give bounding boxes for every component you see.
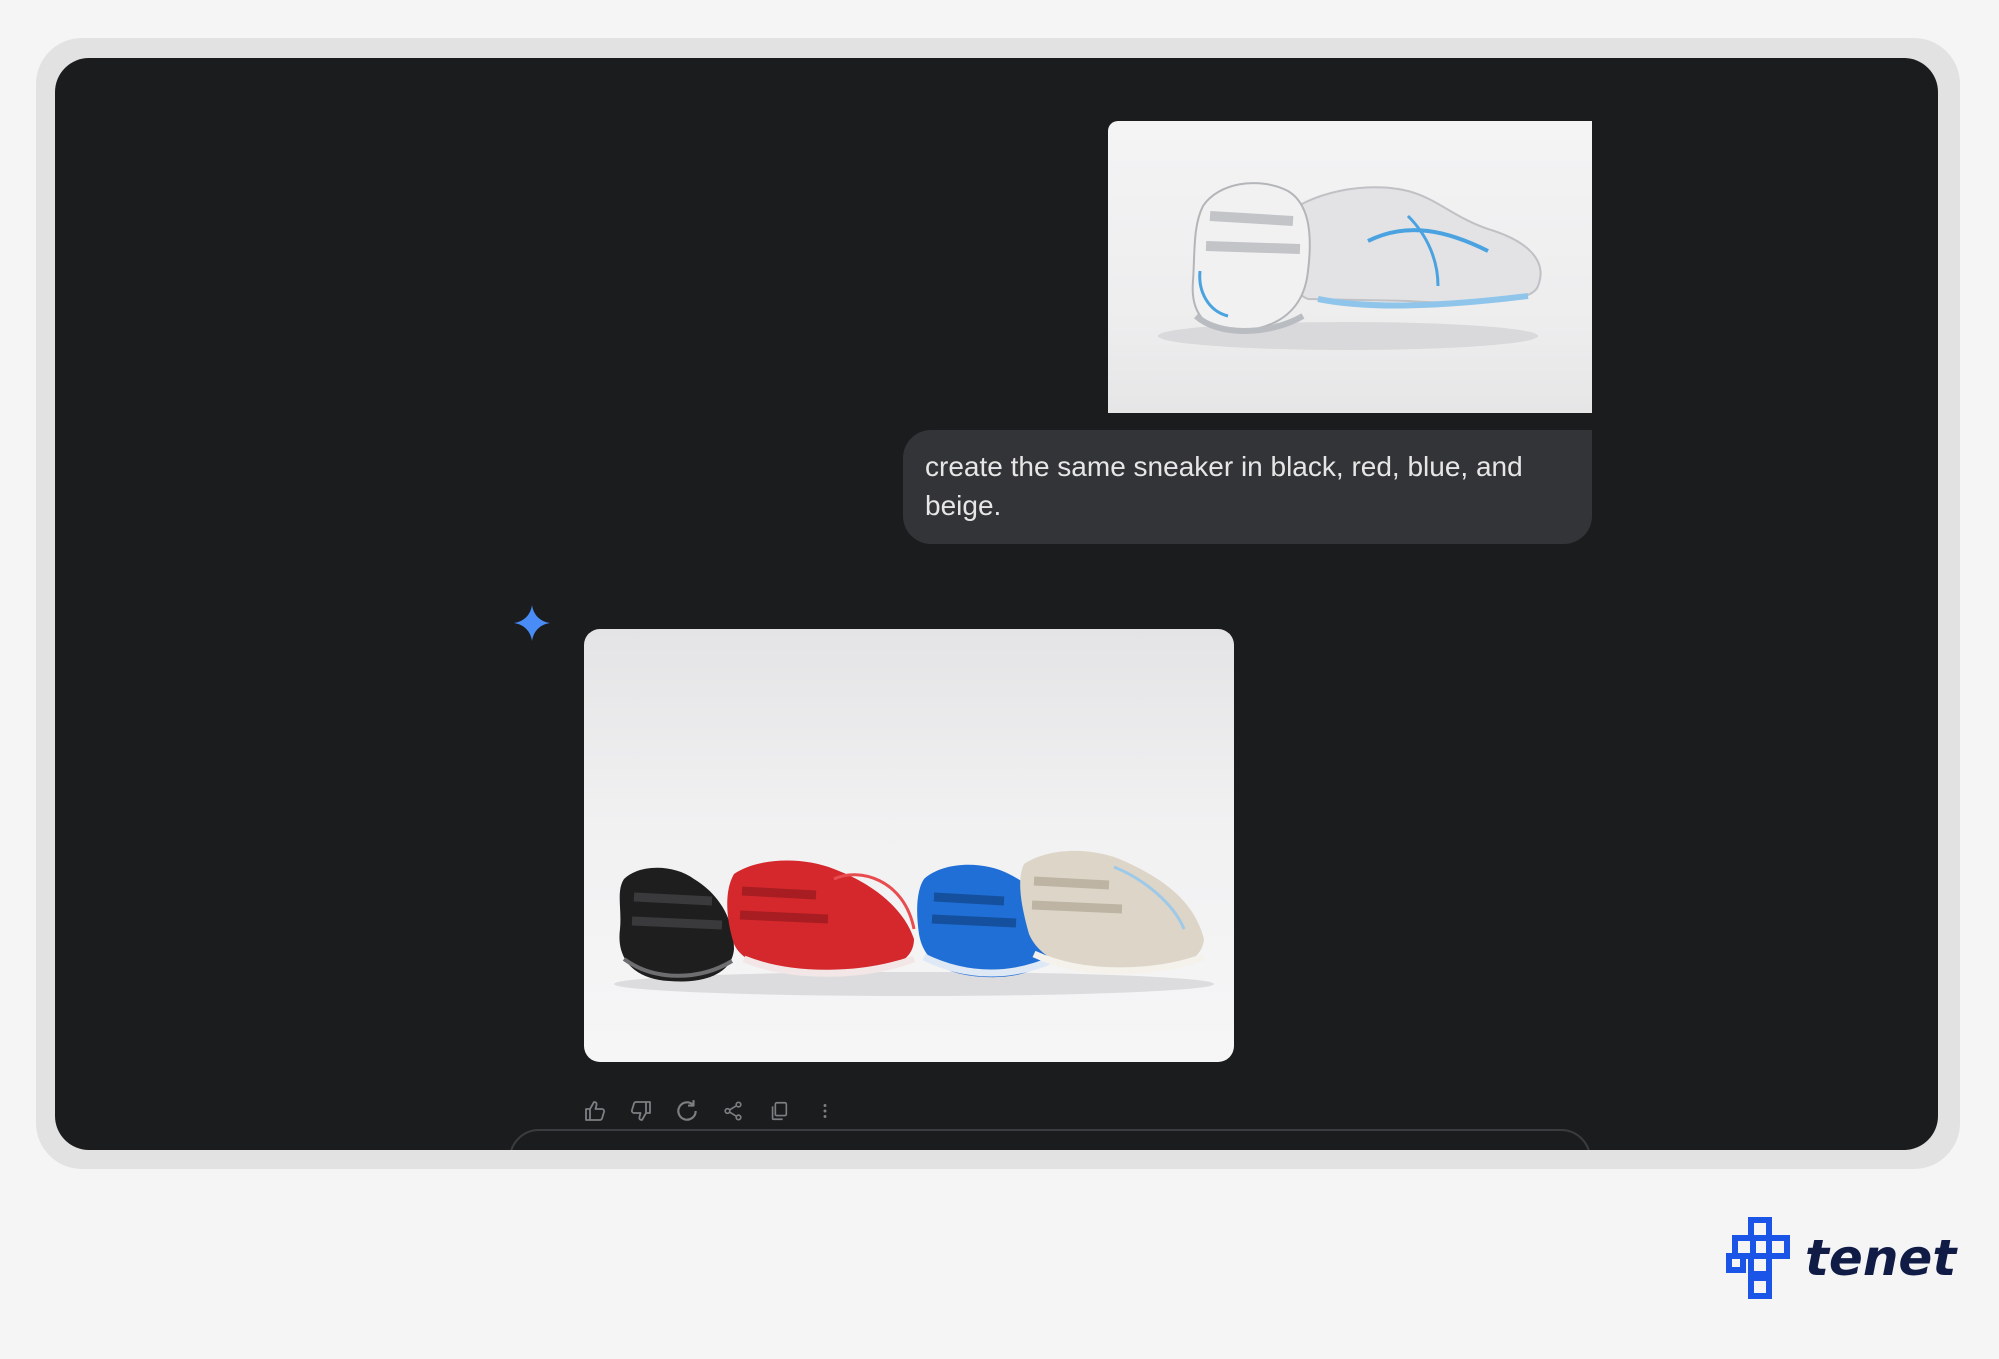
- user-message-text: create the same sneaker in black, red, b…: [925, 451, 1523, 521]
- share-icon[interactable]: [720, 1098, 746, 1124]
- copy-icon[interactable]: [766, 1098, 792, 1124]
- user-message-bubble: create the same sneaker in black, red, b…: [903, 430, 1592, 544]
- prompt-input-box[interactable]: [509, 1129, 1591, 1150]
- thumbs-up-icon[interactable]: [582, 1098, 608, 1124]
- user-uploaded-image[interactable]: [1108, 121, 1592, 413]
- black-sneaker: [619, 867, 734, 982]
- generated-sneakers-image[interactable]: [584, 629, 1234, 1062]
- white-sneaker-photo: [1158, 182, 1542, 350]
- tenet-logo-icon: [1726, 1217, 1790, 1299]
- beige-sneaker: [1020, 850, 1206, 975]
- chat-screen: create the same sneaker in black, red, b…: [55, 58, 1938, 1150]
- brand-name: tenet: [1805, 1229, 1957, 1287]
- four-color-sneakers-photo: [614, 850, 1214, 996]
- brand-logo: tenet: [1725, 1216, 1956, 1300]
- thumbs-down-icon[interactable]: [628, 1098, 654, 1124]
- response-actions-toolbar: [582, 1094, 838, 1128]
- gemini-sparkle-icon: [514, 605, 550, 641]
- red-sneaker: [727, 860, 916, 977]
- regenerate-icon[interactable]: [674, 1098, 700, 1124]
- more-icon[interactable]: [812, 1098, 838, 1124]
